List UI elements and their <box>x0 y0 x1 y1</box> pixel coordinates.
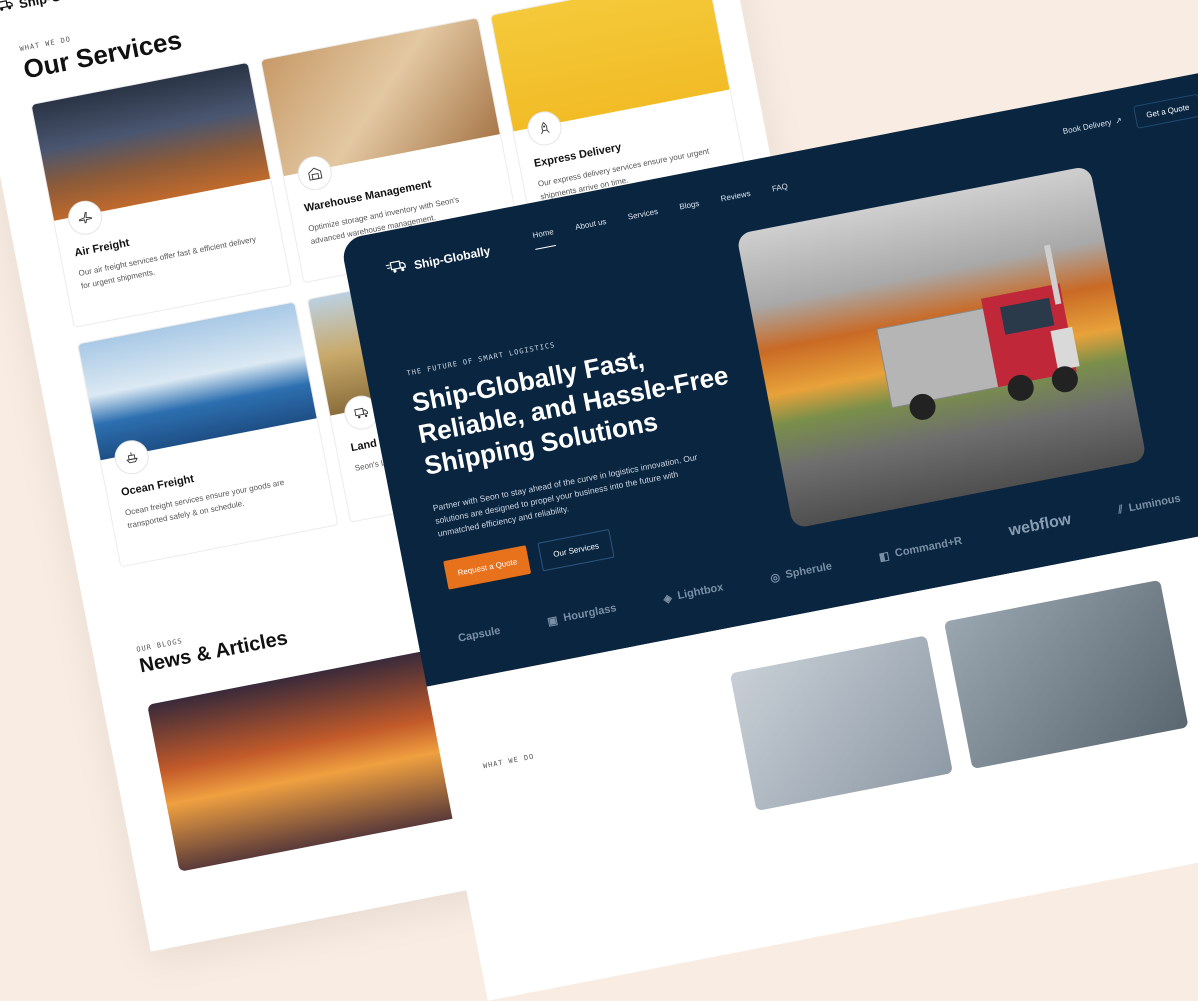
nav-faq[interactable]: FAQ <box>771 182 788 194</box>
hourglass-icon: ▣ <box>546 614 559 628</box>
service-card-ocean-freight[interactable]: Ocean Freight Ocean freight services ens… <box>76 301 339 568</box>
sphere-icon: ◎ <box>769 570 781 585</box>
express-image <box>490 0 730 132</box>
stripes-icon: ⫽ <box>1116 503 1125 516</box>
request-quote-button[interactable]: Request a Quote <box>443 545 532 590</box>
back-logo-text: Ship-G <box>18 0 63 11</box>
book-delivery-link[interactable]: Book Delivery ↗ <box>1062 116 1123 136</box>
front-logo-text: Ship-Globally <box>412 243 492 272</box>
service-card-air-freight[interactable]: Air Freight Our air freight services off… <box>30 61 292 328</box>
brand-commandr-label: Command+R <box>893 534 964 560</box>
cube-icon: ◈ <box>662 591 673 606</box>
brand-capsule: Capsule <box>457 624 502 645</box>
brand-luminous-label: Luminous <box>1127 492 1182 515</box>
warehouse-image <box>261 18 500 177</box>
ocean-freight-image <box>78 302 317 461</box>
brand-lightbox: ◈ Lightbox <box>662 581 724 605</box>
nav-services[interactable]: Services <box>627 207 659 222</box>
our-services-button[interactable]: Our Services <box>537 529 615 572</box>
nav-home[interactable]: Home <box>532 227 555 240</box>
service-title: Air Freight <box>73 236 131 260</box>
nav-actions: Book Delivery ↗ Get a Quote <box>1061 93 1198 143</box>
brand-webflow: webflow <box>1007 510 1073 540</box>
brand-spherule: ◎ Spherule <box>769 560 834 585</box>
hero-buttons: Request a Quote Our Services <box>443 529 615 590</box>
brand-spherule-label: Spherule <box>784 560 834 582</box>
brand-luminous: ⫽ Luminous <box>1117 492 1182 517</box>
back-logo[interactable]: Ship-G <box>0 0 62 15</box>
book-delivery-label: Book Delivery <box>1062 117 1113 136</box>
front-logo[interactable]: Ship-Globally <box>385 242 492 279</box>
truck-icon <box>385 258 408 279</box>
nav-blogs[interactable]: Blogs <box>679 199 700 212</box>
nav-reviews[interactable]: Reviews <box>720 189 751 204</box>
hero-truck-photo <box>736 165 1147 529</box>
brand-hourglass-label: Hourglass <box>562 602 618 625</box>
arrow-up-right-icon: ↗ <box>1114 115 1123 126</box>
air-freight-image <box>31 62 271 221</box>
brand-lightbox-label: Lightbox <box>676 581 725 603</box>
truck-icon <box>0 0 15 15</box>
nav-about[interactable]: About us <box>574 217 607 232</box>
brand-commandr: ◧ Command+R <box>878 534 963 563</box>
get-quote-button[interactable]: Get a Quote <box>1133 93 1198 129</box>
command-icon: ◧ <box>877 549 891 564</box>
brand-hourglass: ▣ Hourglass <box>546 602 617 628</box>
truck-illustration <box>876 244 1080 420</box>
